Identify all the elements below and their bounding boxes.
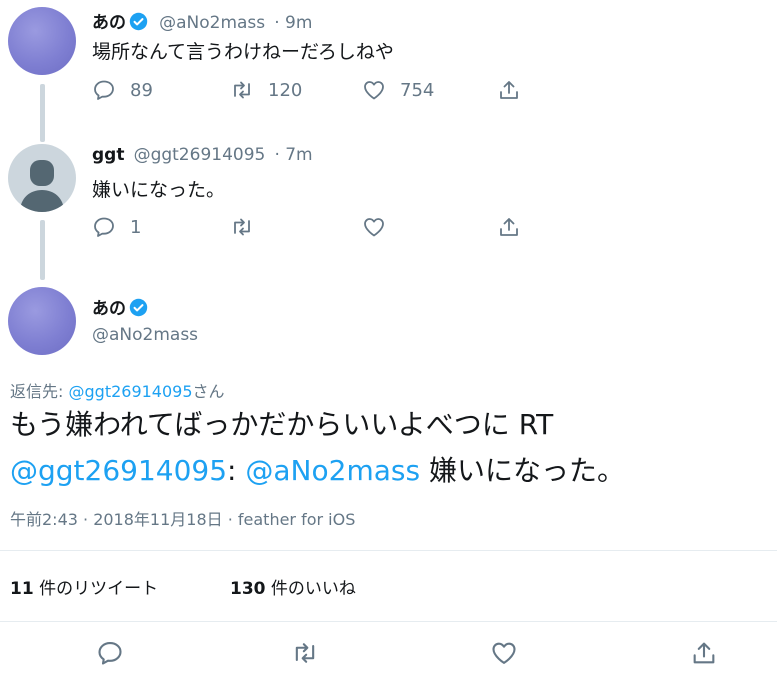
like-button[interactable] [490, 639, 518, 667]
avatar[interactable] [8, 144, 76, 212]
retweet-icon [234, 81, 250, 99]
retweet-total: 11 [10, 579, 34, 599]
retweet-count: 120 [268, 79, 303, 101]
share-button[interactable] [497, 215, 521, 239]
like-icon [364, 81, 384, 100]
mention-link[interactable]: @ggt26914095 [10, 454, 227, 487]
tweet-text-line: @ggt26914095: @aNo2mass 嫌いになった。 [10, 448, 625, 494]
verified-icon [129, 298, 148, 317]
retweet-button[interactable] [291, 639, 319, 667]
divider [0, 621, 777, 622]
like-stat-label: 件のいいね [270, 579, 356, 599]
share-icon [500, 218, 518, 236]
reply-button[interactable]: 1 [92, 215, 141, 239]
like-count: 754 [400, 79, 435, 101]
tweet-text-tail: 嫌いになった。 [428, 454, 625, 487]
like-button[interactable] [362, 215, 386, 239]
retweet-icon [295, 643, 315, 663]
tweet-meta[interactable]: 午前2:43 · 2018年11月18日 · feather for iOS [10, 506, 355, 530]
tweet-time[interactable]: · 9m [274, 13, 312, 33]
like-total: 130 [230, 579, 266, 599]
user-handle[interactable]: @ggt26914095 [134, 145, 266, 165]
user-handle[interactable]: @aNo2mass [92, 325, 198, 345]
thread-line [40, 84, 45, 142]
user-handle[interactable]: @aNo2mass [159, 13, 265, 33]
thread-line [40, 220, 45, 280]
mention-link[interactable]: @aNo2mass [245, 454, 420, 487]
retweet-stat-label: 件のリツイート [39, 579, 159, 599]
tweet1-header: あの @aNo2mass · 9m [92, 8, 312, 33]
share-icon [500, 81, 518, 99]
verified-icon [129, 12, 148, 31]
tweet-text: 場所なんて言うわけねーだろしねや [92, 41, 394, 63]
user-name[interactable]: あの [92, 299, 126, 319]
reply-count: 1 [130, 216, 142, 238]
user-name[interactable]: ggt [92, 145, 124, 165]
avatar[interactable] [8, 7, 76, 75]
main-tweet-name-row: あの [92, 294, 148, 319]
retweet-stats[interactable]: 11 件のリツイート [10, 574, 158, 599]
retweet-button[interactable]: 120 [230, 78, 302, 102]
reply-count: 89 [130, 79, 153, 101]
main-tweet-text: もう嫌われてばっかだからいいよべつに RT @ggt26914095: @aNo… [10, 402, 625, 494]
user-name[interactable]: あの [92, 13, 126, 33]
reply-suffix: さん [192, 382, 225, 401]
default-avatar-icon [20, 160, 64, 212]
text-colon: : [227, 454, 237, 487]
reply-label: 返信先: [10, 382, 64, 401]
reply-button[interactable]: 89 [92, 78, 153, 102]
reply-icon [94, 217, 114, 237]
divider [0, 550, 777, 551]
tweet-text-line: もう嫌われてばっかだからいいよべつに RT [10, 408, 554, 441]
share-button[interactable] [497, 78, 521, 102]
tweet-time[interactable]: · 7m [274, 145, 312, 165]
reply-button[interactable] [96, 639, 124, 667]
retweet-icon [234, 218, 250, 236]
reply-icon [98, 642, 122, 665]
share-icon [693, 642, 715, 664]
share-button[interactable] [690, 639, 718, 667]
retweet-button[interactable] [230, 215, 254, 239]
reply-to-link[interactable]: @ggt26914095 [69, 382, 193, 401]
like-stats[interactable]: 130 件のいいね [230, 574, 356, 599]
like-icon [492, 642, 516, 664]
like-icon [364, 218, 384, 237]
reply-context: 返信先: @ggt26914095さん [10, 378, 225, 402]
reply-icon [94, 80, 114, 100]
like-button[interactable]: 754 [362, 78, 434, 102]
avatar[interactable] [8, 287, 76, 355]
tweet2-header: ggt @ggt26914095 · 7m [92, 145, 313, 165]
tweet-text: 嫌いになった。 [92, 179, 226, 201]
